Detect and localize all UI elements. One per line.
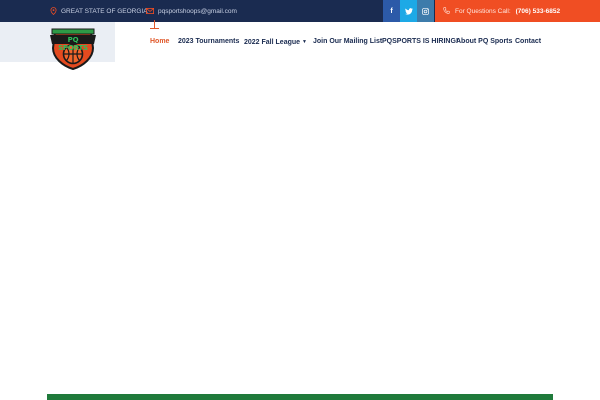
instagram-icon[interactable] [417,0,434,22]
phone-number[interactable]: (706) 533-6852 [516,8,560,15]
location-info: GREAT STATE OF GEORGIA [50,0,148,22]
nav-2023-tournaments[interactable]: 2023 Tournaments [178,37,239,47]
site-logo[interactable]: PQ SPORTS [49,26,97,71]
map-pin-icon [50,7,57,15]
email-info[interactable]: pqsportshoops@gmail.com [146,0,237,22]
location-text: GREAT STATE OF GEORGIA [61,7,148,15]
nav-mailing-list[interactable]: Join Our Mailing List [313,37,382,47]
nav-hiring[interactable]: PQSPORTS IS HIRING! [382,37,458,47]
footer-strip [47,394,553,400]
nav-home[interactable]: Home [150,37,169,47]
nav-contact[interactable]: Contact [515,37,541,47]
phone-icon [443,6,450,16]
chevron-down-icon: ▼ [302,39,307,45]
call-label: For Questions Call: [455,7,511,15]
call-box: For Questions Call: (706) 533-6852 [435,0,600,22]
facebook-icon[interactable]: f [383,0,400,22]
nav-about[interactable]: About PQ Sports [456,37,512,47]
nav-2022-fall-league-label: 2022 Fall League [244,39,301,46]
active-indicator-bar [150,28,159,29]
envelope-icon [146,8,154,14]
logo-text: PQ SPORTS [58,36,88,52]
nav-2022-fall-league[interactable]: 2022 Fall League ▼ [244,37,307,47]
email-link[interactable]: pqsportshoops@gmail.com [158,8,237,15]
twitter-icon[interactable] [400,0,417,22]
